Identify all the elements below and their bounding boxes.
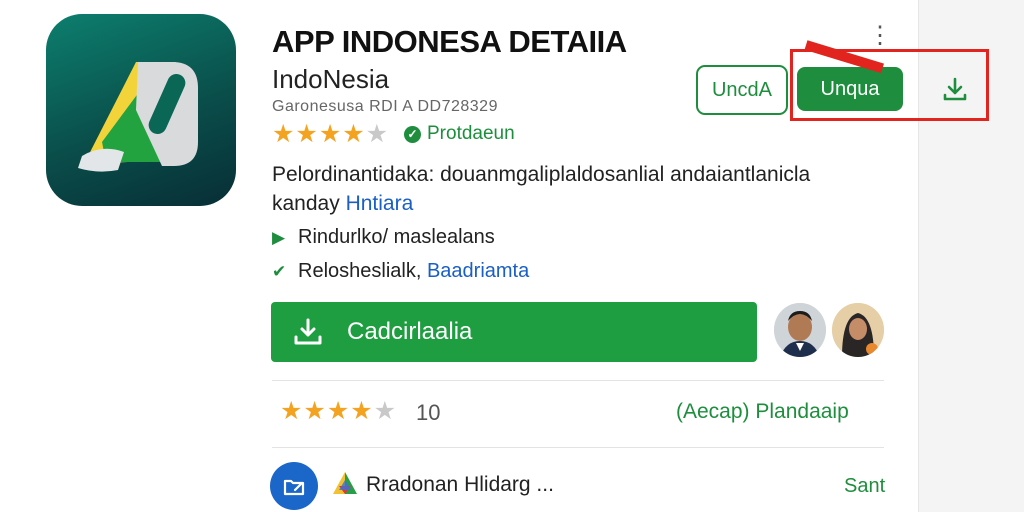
install-button-label: Cadcirlaalia (347, 318, 473, 345)
avatar[interactable] (832, 303, 884, 357)
app-description: Pelordinantidaka: douanmgaliplaldosanlia… (272, 160, 892, 218)
description-line: Pelordinantidaka: douanmgaliplaldosanlia… (272, 163, 811, 186)
rating-stars: ★★★★★ (272, 120, 390, 148)
edit-folder-icon (283, 479, 305, 496)
ratings-link[interactable]: (Aecap) Plandaaip (676, 400, 849, 424)
badge-label: Protdaeun (427, 123, 515, 144)
rating-count: 10 (416, 400, 441, 425)
feature-text: Rindurlko/ maslealans (298, 226, 495, 248)
developer-logo-icon (331, 470, 359, 501)
description-link[interactable]: Hntiara (346, 192, 414, 215)
avatar[interactable] (774, 303, 826, 357)
play-icon: ▶ (272, 227, 286, 247)
app-subtitle: IndoNesia (272, 64, 390, 94)
verified-badge: ✓ Protdaeun (404, 123, 515, 145)
footer-action-link[interactable]: Sant (844, 475, 885, 498)
check-icon: ✔ (272, 261, 287, 281)
check-circle-icon: ✓ (404, 125, 421, 143)
install-button[interactable]: Cadcirlaalia (271, 302, 757, 362)
footer-title[interactable]: Rradonan Hlidarg ... (366, 473, 554, 497)
description-text: kanday (272, 192, 346, 215)
secondary-action-button[interactable]: UncdA (696, 65, 788, 115)
footer-icon-button[interactable] (270, 462, 318, 510)
highlight-box (790, 49, 989, 121)
app-meta: Garonesusa RDI A DD728329 (272, 98, 498, 115)
feature-item: ✔ Relosheslialk, Baadriamta (272, 260, 529, 283)
feature-text: Relosheslialk, (298, 260, 427, 282)
app-icon (46, 14, 236, 206)
divider (272, 380, 884, 381)
feature-item: ▶ Rindurlko/ maslealans (272, 226, 495, 249)
rating-stars: ★★★★★ (280, 397, 398, 425)
divider (272, 447, 884, 448)
more-options-icon[interactable]: ⋮ (868, 24, 892, 48)
feature-link[interactable]: Baadriamta (427, 260, 529, 282)
app-title: APP INDONESA DETAIIA (272, 24, 627, 59)
install-icon (294, 318, 322, 345)
